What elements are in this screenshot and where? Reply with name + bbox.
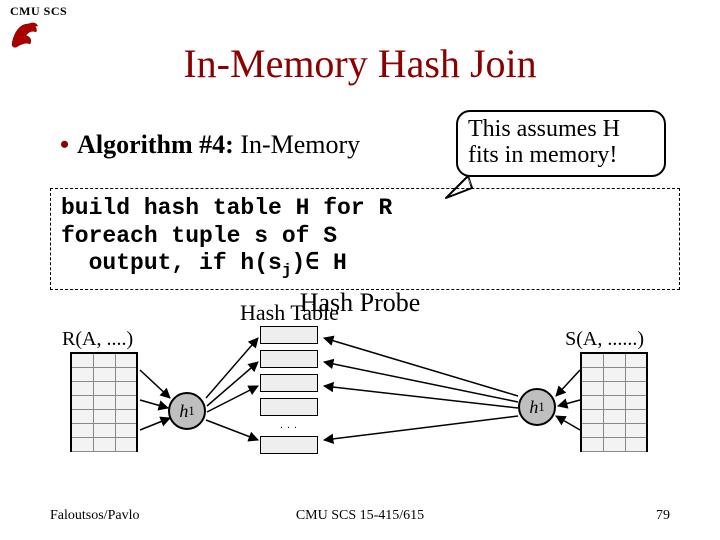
relation-r-label: R(A, ....): [62, 328, 133, 351]
code-line-2: foreach tuple s of S: [61, 223, 669, 251]
hash-probe-label: Hash Probe: [0, 288, 720, 318]
hash-bucket: [260, 350, 318, 368]
callout-line2: fits in memory!: [468, 142, 617, 168]
hash-fn-probe: h1: [518, 388, 556, 426]
code-line-1: build hash table H for R: [61, 195, 669, 223]
bullet-algorithm: • Algorithm #4: In-Memory: [60, 130, 360, 160]
callout-line1: This assumes H: [468, 116, 620, 142]
hash-bucket: [260, 326, 318, 344]
hash-table-label: Hash Table: [240, 300, 339, 326]
hash-bucket: [260, 398, 318, 416]
bullet-dot: •: [60, 130, 69, 159]
bullet-rest: In-Memory: [234, 130, 360, 159]
hash-bucket: [260, 374, 318, 392]
code-line-3: output, if h(sj)∈ H: [61, 250, 669, 281]
relation-s-label: S(A, ......): [565, 328, 644, 351]
org-header: CMU SCS: [10, 4, 67, 19]
callout-box: This assumes H fits in memory!: [456, 110, 666, 177]
hash-bucket: [260, 436, 318, 454]
hash-fn-build: h1: [168, 392, 206, 430]
code-box: build hash table H for R foreach tuple s…: [50, 188, 680, 290]
relation-r-table: [70, 352, 138, 452]
hash-bucket-ellipsis: . . .: [280, 422, 298, 430]
slide: CMU SCS In-Memory Hash Join • Algorithm #…: [0, 0, 720, 540]
footer-course: CMU SCS 15-415/615: [0, 508, 720, 524]
hash-table-buckets: . . .: [260, 326, 318, 454]
page-number: 79: [656, 508, 670, 524]
relation-s-table: [580, 352, 648, 452]
slide-title: In-Memory Hash Join: [0, 40, 720, 87]
bullet-bold: Algorithm #4:: [77, 130, 234, 159]
